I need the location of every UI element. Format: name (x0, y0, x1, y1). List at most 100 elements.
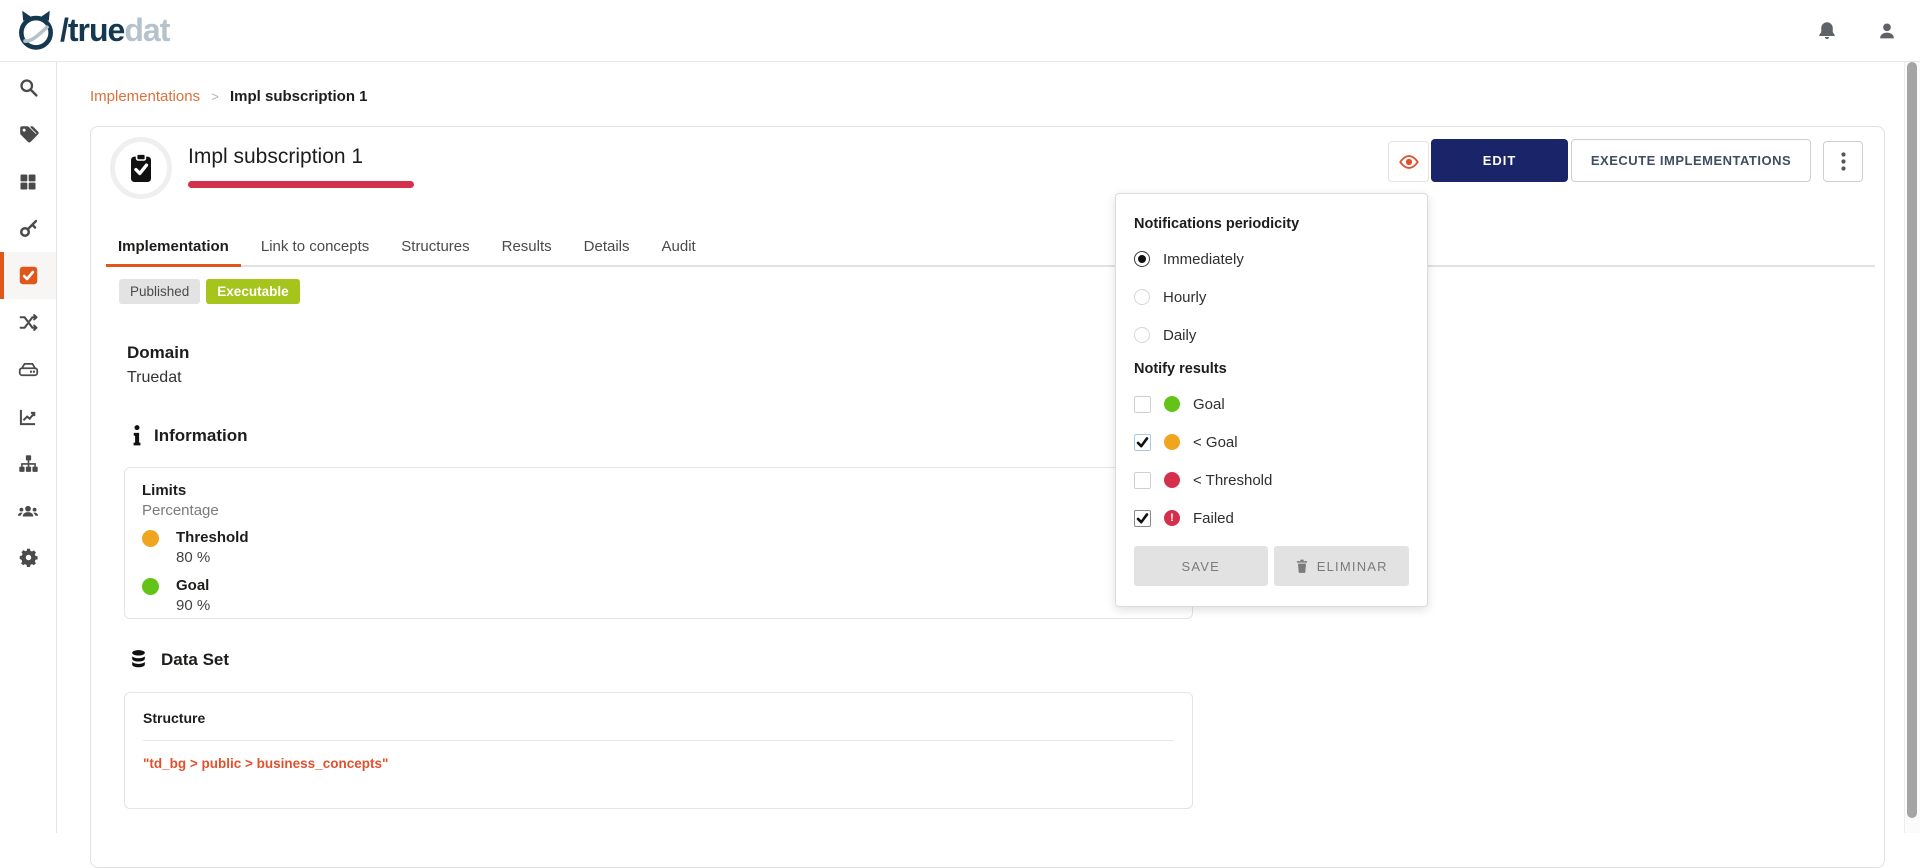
tags-icon (18, 124, 39, 145)
chart-line-icon (18, 407, 38, 427)
radio-button[interactable] (1134, 289, 1150, 305)
sidebar-item-lineage[interactable] (0, 299, 56, 346)
goal-value: 90 % (176, 597, 210, 614)
domain-value: Truedat (127, 369, 189, 387)
notify-results-title: Notify results (1134, 361, 1409, 377)
top-navbar: /truedat (0, 0, 1920, 62)
execute-implementations-button[interactable]: EXECUTE IMPLEMENTATIONS (1571, 139, 1811, 182)
tab-link-to-concepts[interactable]: Link to concepts (249, 230, 381, 267)
tab-implementation[interactable]: Implementation (106, 230, 241, 267)
below-threshold-dot (1164, 472, 1180, 488)
save-button[interactable]: SAVE (1134, 546, 1268, 586)
gear-icon (18, 547, 39, 568)
sidebar-item-dashboards[interactable] (0, 393, 56, 440)
radio-button-selected[interactable] (1134, 251, 1150, 267)
edit-button[interactable]: EDIT (1431, 139, 1568, 182)
tab-structures[interactable]: Structures (389, 230, 481, 267)
shuffle-icon (18, 312, 39, 333)
checkbox-unchecked[interactable] (1134, 396, 1151, 413)
left-sidebar (0, 62, 57, 833)
owl-logo-icon (14, 8, 58, 52)
more-options-button[interactable] (1823, 141, 1863, 182)
sitemap-icon (18, 453, 39, 474)
sidebar-item-dashboard[interactable] (0, 158, 56, 205)
breadcrumb: Implementations > Impl subscription 1 (90, 88, 368, 105)
tab-audit[interactable]: Audit (650, 230, 708, 267)
sidebar-item-permissions[interactable] (0, 205, 56, 252)
checkbox-unchecked[interactable] (1134, 472, 1151, 489)
limit-row-goal: Goal 90 % (142, 577, 1175, 614)
popup-actions: SAVE ELIMINAR (1134, 546, 1409, 586)
structure-path-link[interactable]: "td_bg > public > business_concepts" (125, 741, 1192, 786)
status-badges: Published Executable (119, 279, 300, 304)
preview-eye-button[interactable] (1388, 141, 1429, 182)
scrollbar-track[interactable] (1904, 62, 1920, 833)
domain-label: Domain (127, 343, 189, 363)
title-underline (188, 181, 414, 188)
checkbox-below-threshold[interactable]: < Threshold (1134, 470, 1409, 490)
clipboard-check-icon (110, 137, 172, 199)
tab-bar: Implementation Link to concepts Structur… (106, 230, 1875, 267)
goal-dot (1164, 396, 1180, 412)
sidebar-item-settings[interactable] (0, 534, 56, 581)
threshold-value: 80 % (176, 549, 249, 566)
user-icon[interactable] (1872, 16, 1902, 46)
eye-icon (1398, 151, 1420, 173)
sidebar-item-users[interactable] (0, 487, 56, 534)
limit-row-threshold: Threshold 80 % (142, 529, 1175, 566)
sidebar-item-tags[interactable] (0, 111, 56, 158)
limits-box: Limits Percentage Threshold 80 % Goal 90… (124, 467, 1193, 619)
implementation-card: Impl subscription 1 EDIT EXECUTE IMPLEME… (90, 126, 1885, 868)
hdd-icon (18, 359, 39, 380)
sidebar-item-search[interactable] (0, 64, 56, 111)
kebab-icon (1841, 152, 1846, 171)
check-square-icon (18, 265, 39, 286)
structure-header: Structure (125, 693, 1192, 726)
sidebar-item-implementations[interactable] (0, 252, 56, 299)
structure-box: Structure "td_bg > public > business_con… (124, 692, 1193, 809)
threshold-dot (142, 530, 159, 547)
breadcrumb-implementations-link[interactable]: Implementations (90, 88, 200, 105)
information-heading: Information (133, 425, 248, 446)
page-title: Impl subscription 1 (188, 145, 363, 169)
status-badge-published: Published (119, 279, 200, 304)
radio-daily[interactable]: Daily (1134, 325, 1409, 345)
dataset-heading: Data Set (129, 649, 229, 670)
sidebar-item-domains[interactable] (0, 440, 56, 487)
key-icon (18, 218, 39, 239)
radio-immediately[interactable]: Immediately (1134, 249, 1409, 269)
checkbox-failed[interactable]: ! Failed (1134, 508, 1409, 528)
tab-details[interactable]: Details (572, 230, 642, 267)
breadcrumb-current: Impl subscription 1 (230, 88, 368, 105)
sidebar-item-systems[interactable] (0, 346, 56, 393)
database-icon (129, 649, 148, 670)
periodicity-title: Notifications periodicity (1134, 216, 1409, 232)
truedat-logo[interactable]: /truedat (14, 8, 169, 52)
status-badge-executable: Executable (206, 279, 299, 304)
goal-label: Goal (176, 577, 210, 594)
logo-text: /truedat (60, 8, 169, 52)
goal-dot (142, 578, 159, 595)
below-goal-dot (1164, 434, 1180, 450)
limits-type: Percentage (142, 502, 1175, 519)
domain-section: Domain Truedat (127, 343, 189, 387)
breadcrumb-separator: > (211, 89, 219, 104)
checkbox-goal[interactable]: Goal (1134, 394, 1409, 414)
tab-results[interactable]: Results (490, 230, 564, 267)
search-icon (18, 77, 39, 98)
checkbox-below-goal[interactable]: < Goal (1134, 432, 1409, 452)
checkbox-checked[interactable] (1134, 510, 1151, 527)
radio-button[interactable] (1134, 327, 1150, 343)
threshold-label: Threshold (176, 529, 249, 546)
grid-icon (18, 172, 38, 192)
error-icon: ! (1164, 510, 1180, 526)
notifications-popup: Notifications periodicity Immediately Ho… (1115, 193, 1428, 607)
limits-title: Limits (142, 482, 1175, 499)
bell-icon[interactable] (1812, 16, 1842, 46)
radio-hourly[interactable]: Hourly (1134, 287, 1409, 307)
delete-button[interactable]: ELIMINAR (1274, 546, 1410, 586)
scrollbar-thumb[interactable] (1907, 62, 1917, 818)
users-icon (17, 500, 39, 522)
trash-icon (1295, 559, 1309, 574)
checkbox-checked[interactable] (1134, 434, 1151, 451)
